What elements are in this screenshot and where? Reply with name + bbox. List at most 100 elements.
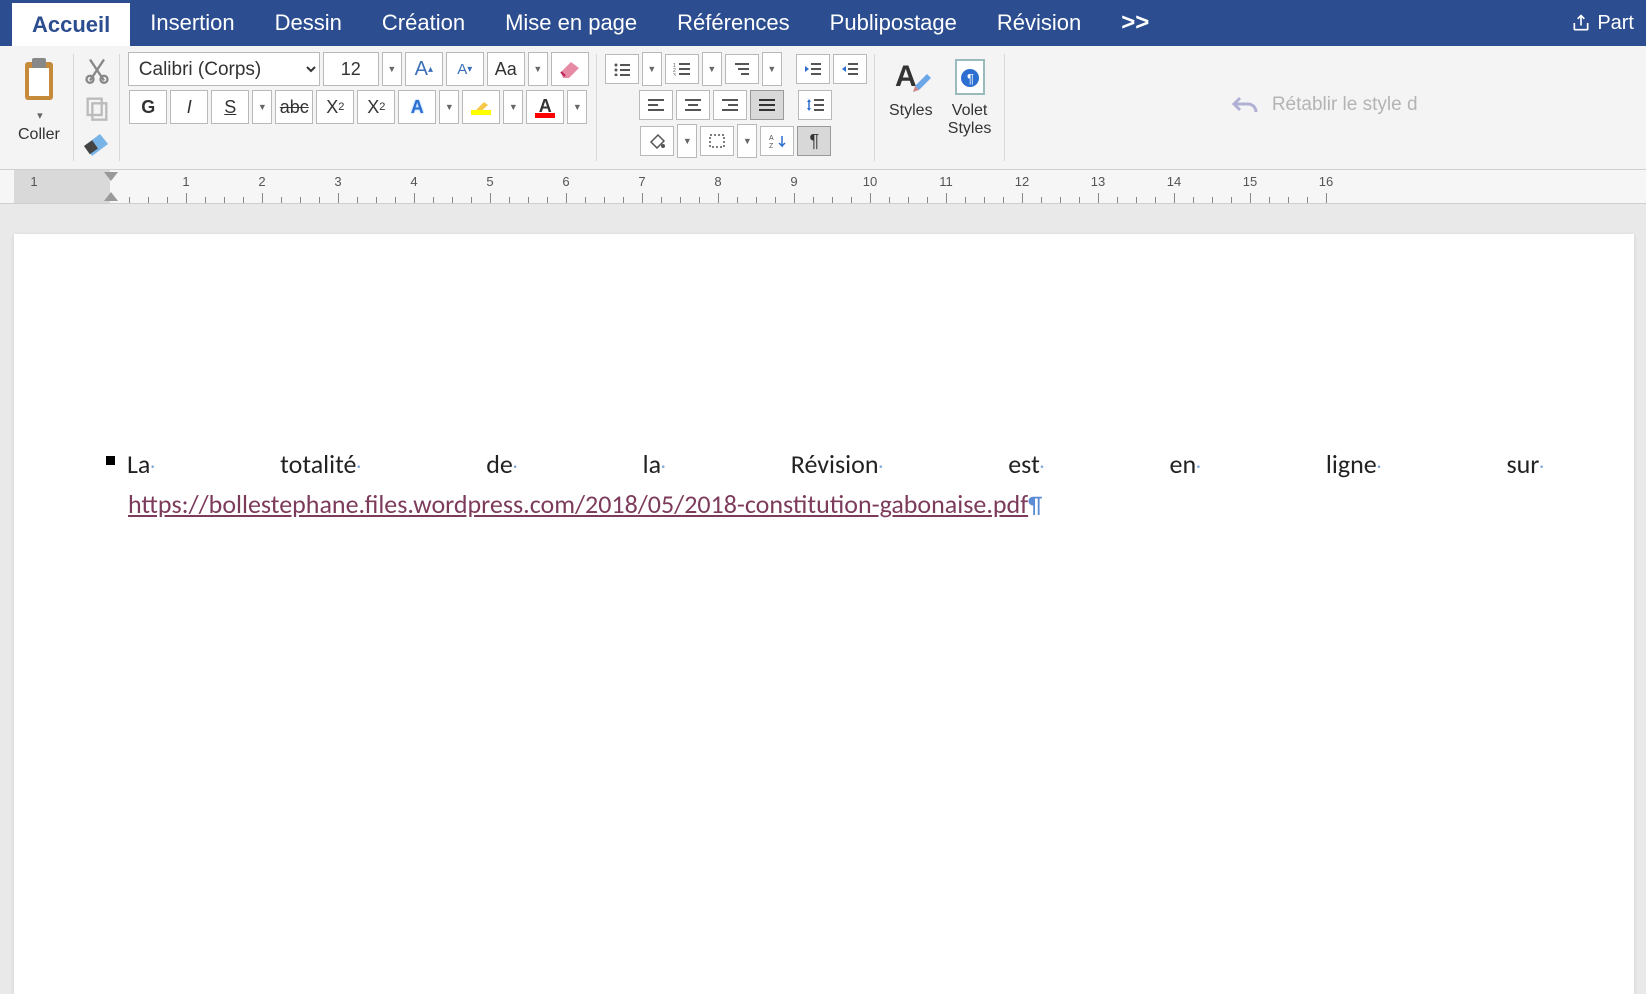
shading-button[interactable] bbox=[640, 126, 674, 156]
styles-label: Styles bbox=[889, 102, 933, 120]
borders-chevron[interactable] bbox=[737, 124, 757, 158]
pilcrow-mark: ¶ bbox=[1028, 491, 1042, 520]
bullets-chevron[interactable] bbox=[642, 52, 662, 86]
align-center-button[interactable] bbox=[676, 90, 710, 120]
font-color-chevron[interactable] bbox=[567, 90, 587, 124]
restore-style-label[interactable]: Rétablir le style d bbox=[1272, 94, 1418, 116]
indent-button[interactable] bbox=[833, 54, 867, 84]
text-effects-chevron[interactable] bbox=[439, 90, 459, 124]
numbering-chevron[interactable] bbox=[702, 52, 722, 86]
font-size-chevron[interactable] bbox=[382, 52, 402, 86]
borders-button[interactable] bbox=[700, 126, 734, 156]
horizontal-ruler[interactable]: 112345678910111213141516 bbox=[0, 170, 1646, 204]
change-case-chevron[interactable] bbox=[528, 52, 548, 86]
paint-bucket-icon bbox=[648, 133, 666, 149]
group-styles: A Styles ¶ VoletStyles bbox=[875, 46, 1006, 169]
tab-insertion[interactable]: Insertion bbox=[130, 0, 254, 46]
font-color-button[interactable]: A bbox=[526, 90, 564, 124]
group-restore-style: Rétablir le style d bbox=[1005, 46, 1642, 169]
styles-button[interactable]: A Styles bbox=[883, 52, 939, 124]
cut-icon[interactable] bbox=[83, 56, 111, 84]
superscript-button[interactable]: X2 bbox=[357, 90, 395, 124]
sort-button[interactable]: AZ bbox=[760, 126, 794, 156]
align-left-button[interactable] bbox=[639, 90, 673, 120]
align-justify-button[interactable] bbox=[750, 90, 784, 120]
svg-text:¶: ¶ bbox=[967, 71, 974, 86]
bullets-icon bbox=[613, 62, 631, 76]
multilevel-chevron[interactable] bbox=[762, 52, 782, 86]
italic-button[interactable]: I bbox=[170, 90, 208, 124]
highlight-button[interactable] bbox=[462, 90, 500, 124]
align-right-button[interactable] bbox=[713, 90, 747, 120]
tab-dessin[interactable]: Dessin bbox=[255, 0, 362, 46]
underline-chevron[interactable] bbox=[252, 90, 272, 124]
copy-icon[interactable] bbox=[83, 94, 111, 122]
line-spacing-icon bbox=[805, 97, 825, 113]
paste-button[interactable]: Coller bbox=[12, 52, 66, 148]
paragraph-bullet[interactable]: La·totalité·de·la·Révision·est·en·ligne·… bbox=[106, 444, 1544, 525]
share-icon bbox=[1571, 13, 1591, 33]
multilevel-button[interactable] bbox=[725, 54, 759, 84]
subscript-button[interactable]: X2 bbox=[316, 90, 354, 124]
text-effects-button[interactable]: A bbox=[398, 90, 436, 124]
group-clipboard-extra bbox=[74, 46, 120, 169]
outdent-button[interactable] bbox=[796, 54, 830, 84]
styles-pane-button[interactable]: ¶ VoletStyles bbox=[942, 52, 998, 141]
bullets-button[interactable] bbox=[605, 54, 639, 84]
borders-icon bbox=[708, 133, 726, 149]
svg-text:A: A bbox=[895, 60, 917, 93]
clear-format-button[interactable] bbox=[551, 52, 589, 86]
share-label: Part bbox=[1597, 12, 1634, 35]
svg-text:3: 3 bbox=[673, 73, 676, 76]
ribbon-tabs: Accueil Insertion Dessin Création Mise e… bbox=[0, 0, 1646, 46]
font-name-select[interactable]: Calibri (Corps) bbox=[128, 52, 320, 86]
format-painter-icon[interactable] bbox=[82, 132, 112, 158]
outdent-icon bbox=[803, 61, 823, 77]
align-justify-icon bbox=[758, 98, 776, 112]
bullet-text-line: La·totalité·de·la·Révision·est·en·ligne·… bbox=[127, 444, 1544, 484]
svg-text:Z: Z bbox=[769, 143, 774, 149]
align-center-icon bbox=[684, 98, 702, 112]
tab-references[interactable]: Références bbox=[657, 0, 810, 46]
multilevel-icon bbox=[733, 62, 751, 76]
tab-creation[interactable]: Création bbox=[362, 0, 485, 46]
bullet-marker bbox=[106, 456, 115, 465]
ribbon-panel: Coller Calibri (Corps) A▴ A▾ Aa G I S bbox=[0, 46, 1646, 170]
eraser-icon bbox=[557, 58, 583, 80]
shrink-font-button[interactable]: A▾ bbox=[446, 52, 484, 86]
share-button[interactable]: Part bbox=[1559, 0, 1646, 46]
document-page[interactable]: La·totalité·de·la·Révision·est·en·ligne·… bbox=[14, 234, 1634, 994]
styles-icon: A bbox=[889, 56, 933, 100]
styles-pane-label: VoletStyles bbox=[948, 102, 992, 137]
highlight-chevron[interactable] bbox=[503, 90, 523, 124]
svg-text:A: A bbox=[769, 135, 774, 142]
paste-chevron-icon bbox=[35, 106, 43, 124]
shading-chevron[interactable] bbox=[677, 124, 697, 158]
clipboard-icon bbox=[19, 56, 59, 104]
paste-label: Coller bbox=[18, 126, 60, 144]
grow-font-button[interactable]: A▴ bbox=[405, 52, 443, 86]
group-paragraph: 123 AZ ¶ bbox=[597, 46, 875, 169]
numbering-button[interactable]: 123 bbox=[665, 54, 699, 84]
underline-button[interactable]: S bbox=[211, 90, 249, 124]
indent-icon bbox=[840, 61, 860, 77]
document-hyperlink[interactable]: https://bollestephane.files.wordpress.co… bbox=[128, 488, 1028, 520]
change-case-button[interactable]: Aa bbox=[487, 52, 525, 86]
tab-mise-en-page[interactable]: Mise en page bbox=[485, 0, 657, 46]
bold-button[interactable]: G bbox=[129, 90, 167, 124]
tabs-overflow[interactable]: >> bbox=[1101, 0, 1169, 46]
undo-style-icon[interactable] bbox=[1230, 92, 1262, 118]
tab-publipostage[interactable]: Publipostage bbox=[810, 0, 977, 46]
align-left-icon bbox=[647, 98, 665, 112]
tab-accueil[interactable]: Accueil bbox=[12, 0, 130, 46]
group-font: Calibri (Corps) A▴ A▾ Aa G I S abc X2 X2… bbox=[120, 46, 597, 169]
tab-revision[interactable]: Révision bbox=[977, 0, 1101, 46]
line-spacing-button[interactable] bbox=[798, 90, 832, 120]
show-marks-button[interactable]: ¶ bbox=[797, 126, 831, 156]
align-right-icon bbox=[721, 98, 739, 112]
numbering-icon: 123 bbox=[673, 62, 691, 76]
strike-button[interactable]: abc bbox=[275, 90, 313, 124]
font-size-input[interactable] bbox=[323, 52, 379, 86]
group-clipboard: Coller bbox=[4, 46, 74, 169]
document-area: La·totalité·de·la·Révision·est·en·ligne·… bbox=[0, 204, 1646, 994]
